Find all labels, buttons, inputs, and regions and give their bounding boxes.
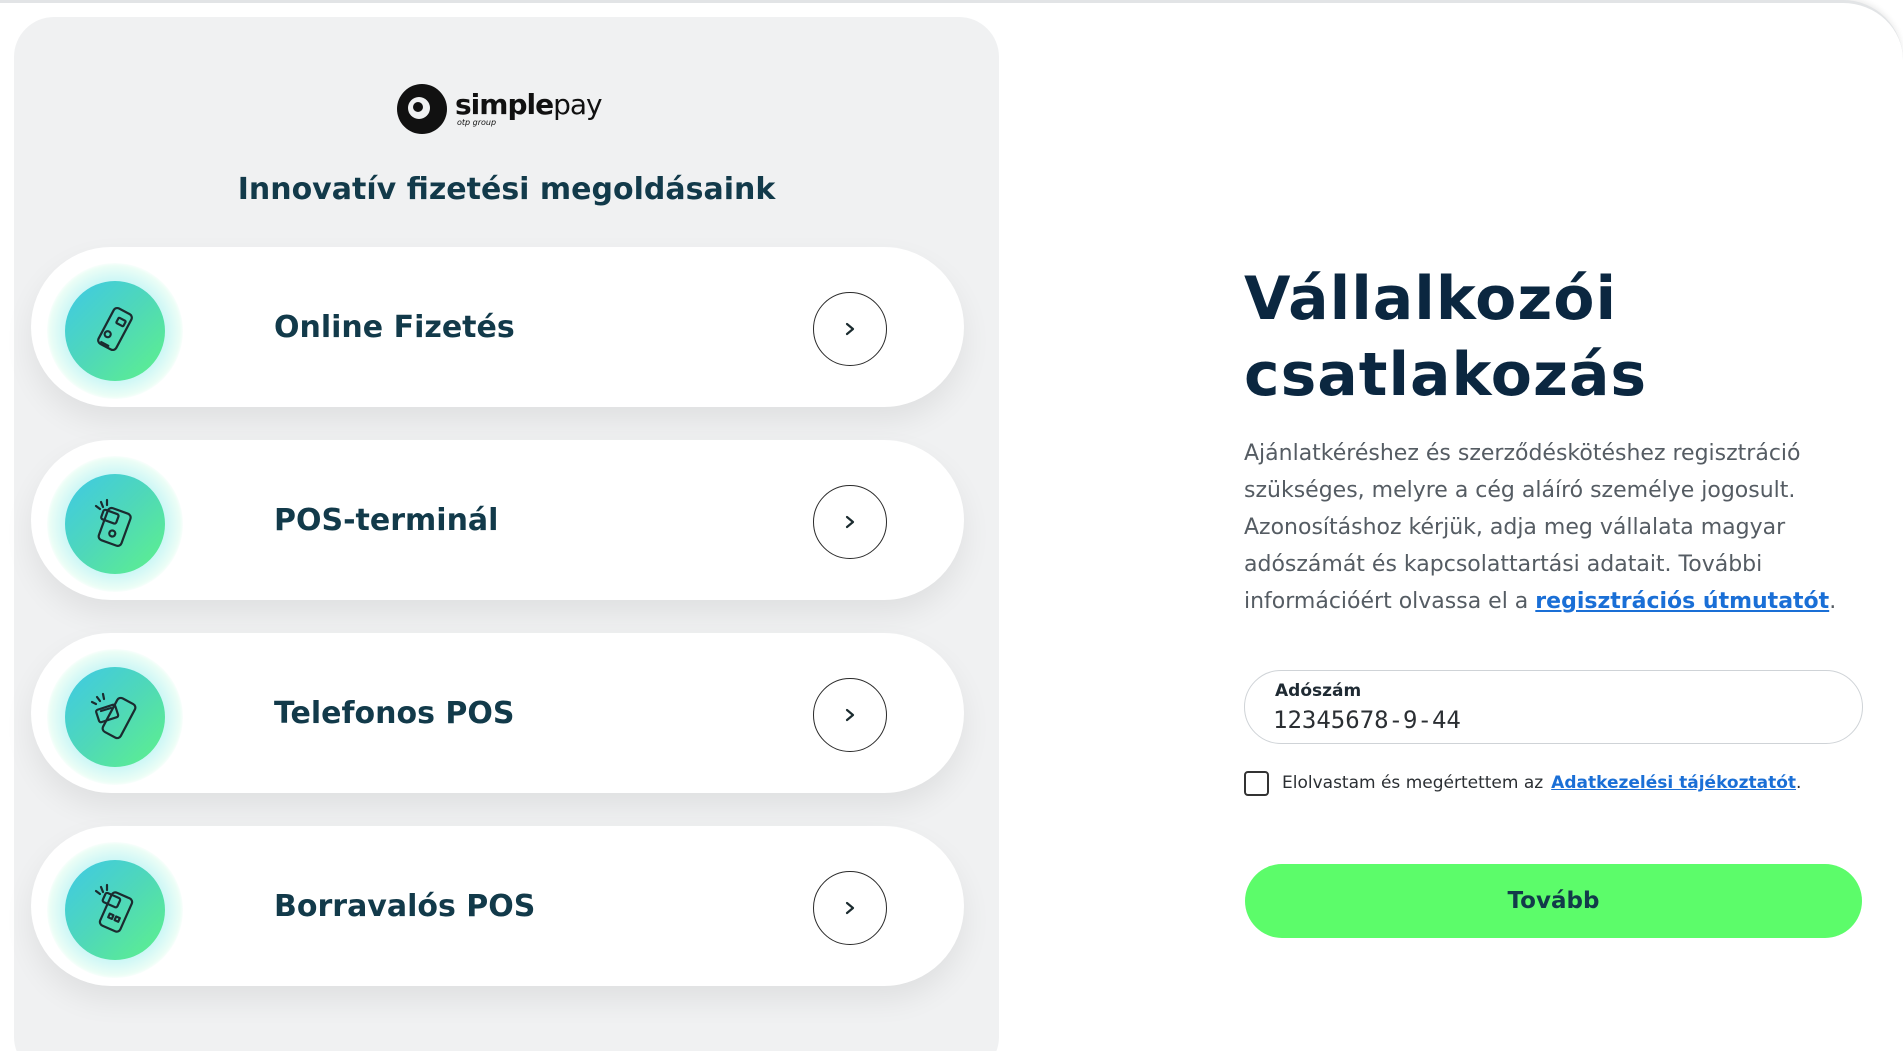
panel-title: Innovatív fizetési megoldásaink [237,172,776,207]
browser-window: simplepay otp group Innovatív fizetési m… [0,0,1903,1051]
page-title-line-2: csatlakozás [1244,340,1648,410]
product-card-phone-pos[interactable]: Telefonos POS [31,633,964,793]
tax-number-input[interactable] [1273,705,1833,735]
privacy-consent-checkbox[interactable] [1244,770,1269,796]
chevron-right-button[interactable] [813,678,887,752]
registration-guide-link[interactable]: regisztrációs útmutatót [1535,589,1829,614]
continue-button[interactable]: Tovább [1245,864,1862,938]
product-card-label: Telefonos POS [274,695,515,731]
privacy-policy-link[interactable]: Adatkezelési tájékoztatót [1551,773,1796,793]
simplepay-logo-mark [397,84,447,134]
phone-pos-icon [65,667,165,767]
products-panel: simplepay otp group Innovatív fizetési m… [14,17,999,1051]
tax-number-field[interactable]: Adószám [1244,670,1863,744]
logo-word-bold: simple [455,88,554,121]
chevron-right-button[interactable] [813,292,887,366]
tip-pos-icon [65,860,165,960]
chevron-right-icon [845,515,855,529]
product-card-label: Online Fizetés [274,309,515,345]
description-end: . [1829,589,1837,614]
product-card-pos-terminal[interactable]: POS-terminál [31,440,964,600]
logo-subtitle: otp group [457,118,497,127]
chevron-right-button[interactable] [813,485,887,559]
chevron-right-icon [845,901,855,915]
registration-description: Ajánlatkéréshez és szerződéskötéshez reg… [1244,435,1864,620]
page-title-line-1: Vállalkozói [1244,264,1618,334]
product-card-label: POS-terminál [274,502,499,538]
page-title: Vállalkozói csatlakozás [1244,261,1844,413]
consent-end: . [1796,773,1802,793]
product-card-tip-pos[interactable]: Borravalós POS [31,826,964,986]
chevron-right-icon [845,322,855,336]
chevron-right-button[interactable] [813,871,887,945]
tax-number-label: Adószám [1275,681,1362,701]
phone-payment-icon [65,281,165,381]
consent-text: Elolvastam és megértettem az [1282,773,1544,793]
logo-word-light: pay [553,88,603,121]
chevron-right-icon [845,708,855,722]
product-card-online-payment[interactable]: Online Fizetés [31,247,964,407]
simplepay-logo: simplepay otp group [397,81,603,137]
privacy-consent: Elolvastam és megértettem az Adatkezelés… [1244,770,1801,796]
product-card-label: Borravalós POS [274,888,536,924]
pos-terminal-icon [65,474,165,574]
